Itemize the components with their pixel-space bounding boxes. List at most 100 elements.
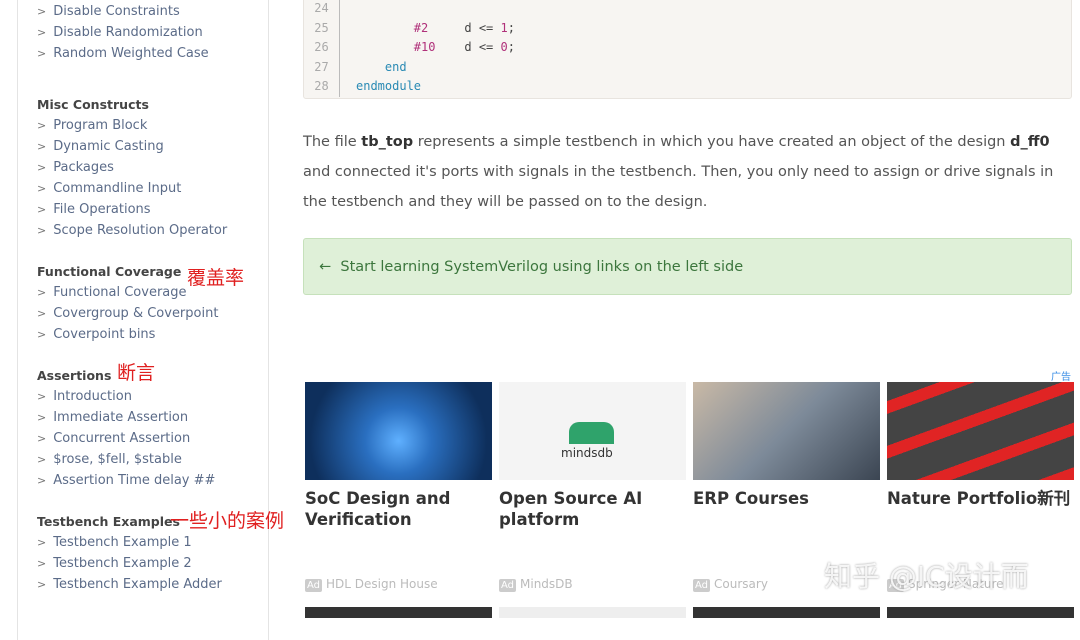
sidebar-item[interactable]: > Coverpoint bins xyxy=(37,324,218,345)
sidebar-item[interactable]: > Covergroup & Coverpoint xyxy=(37,303,218,324)
sidebar-group: Misc Constructs > Program Block > Dynamic Ca… xyxy=(37,94,227,241)
ad-image[interactable] xyxy=(693,382,880,480)
sidebar-item-label: Commandline Input xyxy=(53,181,182,196)
code-token: ; xyxy=(507,40,515,54)
sidebar-item-label: Functional Coverage xyxy=(53,285,187,300)
ad-label: 广告 xyxy=(1051,372,1071,383)
ad-source-name: Coursary xyxy=(714,577,768,591)
sidebar-item[interactable]: > Assertion Time delay ## xyxy=(37,470,215,491)
alert-text: Start learning SystemVerilog using links… xyxy=(340,259,744,275)
sidebar-item[interactable]: > Disable Constraints xyxy=(37,1,209,22)
ad-image[interactable]: mindsdb xyxy=(499,382,686,480)
text: The file xyxy=(303,134,362,150)
watermark: 知乎 @IC设计而 xyxy=(824,560,1029,593)
chevron-right-icon: > xyxy=(37,119,47,132)
chevron-right-icon: > xyxy=(37,411,47,424)
sidebar-item-label: Assertion Time delay ## xyxy=(53,473,216,488)
text: and connected it's ports with signals in… xyxy=(303,164,1054,210)
code-line: endmodule xyxy=(356,77,421,97)
sidebar-heading: Misc Constructs xyxy=(37,97,149,112)
chevron-right-icon: > xyxy=(37,26,47,39)
sidebar-item-label: Testbench Example 2 xyxy=(53,556,192,571)
sidebar-item[interactable]: > Immediate Assertion xyxy=(37,407,215,428)
code-term: d_ff0 xyxy=(1010,134,1050,150)
sidebar-item[interactable]: > Dynamic Casting xyxy=(37,136,227,157)
info-alert: ← Start learning SystemVerilog using lin… xyxy=(303,238,1072,295)
ad-badge: Ad xyxy=(305,579,323,592)
chevron-right-icon: > xyxy=(37,203,47,216)
ad-card[interactable]: Nature Portfolio新刊 Ad Springer Nature xyxy=(887,382,1074,592)
sidebar-item-label: Coverpoint bins xyxy=(53,327,156,342)
description-paragraph: The file tb_top represents a simple test… xyxy=(303,127,1063,217)
sidebar-item[interactable]: > File Operations xyxy=(37,199,227,220)
annotation-coverage: 覆盖率 xyxy=(187,267,245,289)
ad-title[interactable]: Open Source AI platform xyxy=(499,488,686,568)
sidebar-item[interactable]: > Program Block xyxy=(37,115,227,136)
ad-image[interactable] xyxy=(305,607,492,618)
ad-image[interactable] xyxy=(887,607,1074,618)
sidebar-item[interactable]: > Commandline Input xyxy=(37,178,227,199)
code-token: ; xyxy=(507,20,515,35)
ad-image[interactable] xyxy=(693,607,880,618)
text: represents a simple testbench in which y… xyxy=(413,134,1011,150)
mindsdb-logo xyxy=(569,422,614,444)
code-token: endmodule xyxy=(356,79,422,93)
sidebar-item-label: File Operations xyxy=(53,202,151,217)
sidebar-item[interactable]: > Introduction xyxy=(37,386,215,407)
code-block: 24 25 #2 d <= 1; 26 #10 d <= 0; 27 end 28 end… xyxy=(303,0,1072,99)
ad-source-name: MindsDB xyxy=(520,577,573,591)
ad-image[interactable] xyxy=(305,382,492,480)
ad-source: Ad HDL Design House xyxy=(305,577,438,592)
sidebar-item-label: Packages xyxy=(53,160,114,175)
sidebar-item-label: Program Block xyxy=(53,118,148,133)
ad-image[interactable] xyxy=(887,382,1074,480)
ad-image[interactable] xyxy=(499,607,686,618)
sidebar-item[interactable]: > Random Weighted Case xyxy=(37,43,209,64)
code-line: #2 d <= 1; xyxy=(356,19,515,39)
line-number: 28 xyxy=(304,77,340,97)
ad-card[interactable]: mindsdb Open Source AI platform Ad MindsD… xyxy=(499,382,686,592)
chevron-right-icon: > xyxy=(37,557,47,570)
ad-card[interactable]: SoC Design and Verification Ad HDL Design… xyxy=(305,382,492,592)
code-token: 0 xyxy=(500,40,508,54)
sidebar-item[interactable]: > Concurrent Assertion xyxy=(37,428,215,449)
code-token: 1 xyxy=(500,20,508,35)
logo-text: mindsdb xyxy=(561,446,613,460)
sidebar-item[interactable]: > Testbench Example 1 xyxy=(37,532,222,553)
sidebar-item[interactable]: > Testbench Example 2 xyxy=(37,553,222,574)
chevron-right-icon: > xyxy=(37,5,47,18)
sidebar-item[interactable]: > Testbench Example Adder xyxy=(37,574,222,595)
chevron-right-icon: > xyxy=(37,474,47,487)
sidebar-item-label: Concurrent Assertion xyxy=(53,431,191,446)
ad-badge: Ad xyxy=(499,579,517,592)
chevron-right-icon: > xyxy=(37,307,47,320)
chevron-right-icon: > xyxy=(37,140,47,153)
sidebar-item[interactable]: > Packages xyxy=(37,157,227,178)
chevron-right-icon: > xyxy=(37,224,47,237)
line-number: 27 xyxy=(304,57,340,77)
code-line: #10 d <= 0; xyxy=(356,38,515,58)
annotation-examples: 一些小的案例 xyxy=(170,510,285,532)
sidebar-item-label: Testbench Example Adder xyxy=(53,577,222,592)
sidebar-item[interactable]: > Disable Randomization xyxy=(37,22,209,43)
sidebar-item[interactable]: > $rose, $fell, $stable xyxy=(37,449,215,470)
sidebar-item-label: Random Weighted Case xyxy=(53,46,209,61)
ad-card[interactable]: ERP Courses Ad Coursary xyxy=(693,382,880,592)
sidebar-item-label: Scope Resolution Operator xyxy=(53,223,228,238)
code-token: d <= xyxy=(464,40,501,54)
sidebar-item-label: Disable Constraints xyxy=(53,4,180,19)
sidebar-item-label: $rose, $fell, $stable xyxy=(53,452,182,467)
sidebar-item[interactable]: > Scope Resolution Operator xyxy=(37,220,227,241)
arrow-left-icon: ← xyxy=(319,259,332,275)
sidebar-item-label: Disable Randomization xyxy=(53,25,203,40)
chevron-right-icon: > xyxy=(37,453,47,466)
code-token: #10 xyxy=(356,40,465,54)
chevron-right-icon: > xyxy=(37,161,47,174)
code-line: end xyxy=(356,58,407,78)
ad-title[interactable]: SoC Design and Verification xyxy=(305,488,492,568)
chevron-right-icon: > xyxy=(37,286,47,299)
code-token: d <= xyxy=(464,20,501,35)
line-number: 25 xyxy=(304,18,340,38)
sidebar-nav: >Soft Constraints>Disable Constraints>Di… xyxy=(17,0,269,640)
chevron-right-icon: > xyxy=(37,536,47,549)
